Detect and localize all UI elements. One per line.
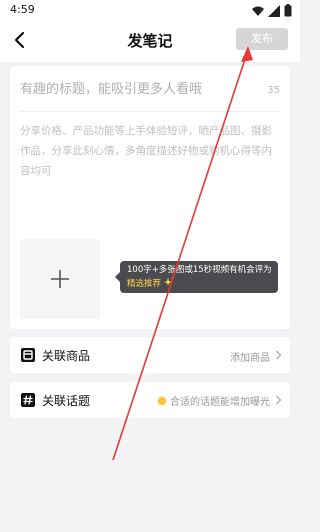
body-input[interactable] bbox=[20, 121, 282, 191]
product-box-icon bbox=[21, 348, 35, 362]
sparkle-icon bbox=[163, 277, 174, 286]
tooltip-text: 100字+多张图或15秒视频有机会评为 bbox=[127, 265, 272, 275]
note-editor: 35 100字+多张图或15秒视频有机会评为 精选推荐 bbox=[10, 66, 290, 329]
plus-icon bbox=[51, 270, 69, 288]
chevron-right-icon bbox=[276, 395, 282, 405]
wifi-icon bbox=[252, 6, 264, 16]
topic-hint: 合适的话题能增加曝光 bbox=[157, 393, 270, 408]
related-products-row[interactable]: 关联商品 添加商品 bbox=[10, 337, 290, 373]
signal-icon bbox=[268, 4, 280, 17]
status-time: 4:59 bbox=[10, 3, 35, 16]
tooltip-highlight-text: 精选推荐 bbox=[127, 279, 162, 289]
battery-icon bbox=[284, 4, 292, 17]
chevron-right-icon bbox=[276, 350, 282, 360]
coin-icon bbox=[157, 396, 167, 405]
title-char-count: 35 bbox=[267, 85, 280, 96]
tooltip-highlight: 精选推荐 bbox=[127, 277, 271, 291]
media-tip-tooltip: 100字+多张图或15秒视频有机会评为 精选推荐 bbox=[115, 261, 278, 293]
add-media-button[interactable] bbox=[20, 239, 100, 319]
title-input[interactable] bbox=[20, 82, 260, 97]
publish-button[interactable]: 发布 bbox=[236, 28, 288, 50]
add-product-hint: 添加商品 bbox=[230, 353, 270, 364]
top-bar: 发笔记 发布 bbox=[0, 22, 300, 62]
hashtag-icon bbox=[21, 393, 35, 407]
status-bar: 4:59 bbox=[0, 0, 300, 22]
title-divider bbox=[20, 111, 280, 112]
related-topics-label: 关联话题 bbox=[42, 394, 91, 408]
related-topics-row[interactable]: 关联话题 合适的话题能增加曝光 bbox=[10, 382, 290, 418]
related-products-label: 关联商品 bbox=[42, 349, 91, 363]
status-icons bbox=[252, 4, 292, 17]
topic-hint-text: 合适的话题能增加曝光 bbox=[170, 397, 270, 408]
